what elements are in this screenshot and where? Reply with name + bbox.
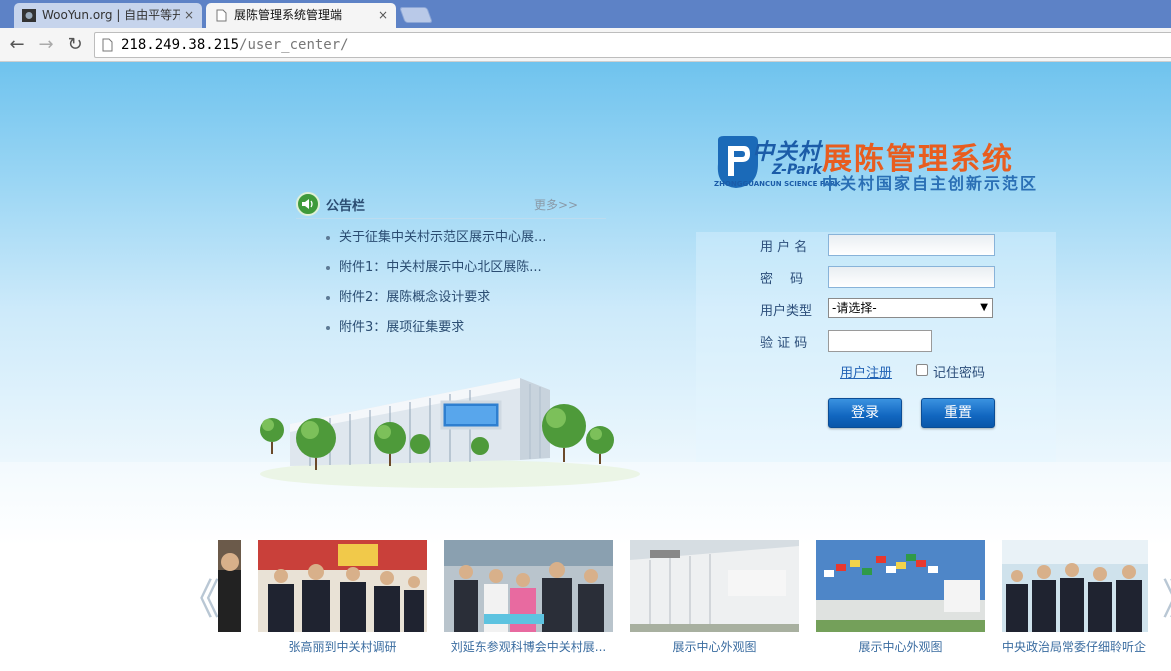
new-tab-button[interactable] <box>399 7 433 23</box>
bullet-icon <box>326 235 330 240</box>
bullet-icon <box>326 265 330 270</box>
url-host: 218.249.38.215 <box>121 37 240 53</box>
notice-item-text[interactable]: 附件3：展项征集要求 <box>339 320 464 335</box>
page-icon <box>102 38 113 52</box>
bullet-icon <box>326 325 330 330</box>
notice-title: 公告栏 <box>326 199 366 214</box>
gallery-photo[interactable] <box>258 540 427 632</box>
usertype-selected: -请选择- <box>832 301 877 315</box>
forward-button[interactable]: → <box>35 34 57 56</box>
tab-wooyun[interactable]: WooYun.org | 自由平等开 × <box>14 3 202 29</box>
gallery-photo[interactable] <box>444 540 613 632</box>
password-label: 密 码 <box>760 272 804 287</box>
remember-checkbox[interactable] <box>916 364 928 376</box>
gallery-photo[interactable] <box>1002 540 1148 632</box>
login-button[interactable]: 登录 <box>828 398 902 428</box>
username-input[interactable] <box>828 234 995 256</box>
captcha-input[interactable] <box>828 330 932 352</box>
usertype-label: 用户类型 <box>760 304 813 319</box>
notice-divider <box>296 218 606 219</box>
tab-exhibition-admin[interactable]: 展陈管理系统管理端 × <box>206 3 396 29</box>
system-subtitle: 中关村国家自主创新示范区 <box>822 174 1039 193</box>
page-content: 中关村 Z-Park ZHONGGUANCUN SCIENCE PARK 展陈管… <box>0 62 1171 671</box>
photo-gallery: 《 张高丽到中关村调研 刘延东参观科博会中关村展... 展示中心外观图 展示中心… <box>0 532 1171 671</box>
password-input[interactable] <box>828 266 995 288</box>
gallery-prev-icon[interactable]: 《 <box>178 566 220 627</box>
gallery-caption[interactable]: 展示中心外观图 <box>630 638 799 655</box>
page-favicon-icon <box>216 9 227 22</box>
tab-title: WooYun.org | 自由平等开 <box>42 8 180 22</box>
usertype-select[interactable]: -请选择- ▼ <box>828 298 993 318</box>
tab-title: 展陈管理系统管理端 <box>234 8 343 22</box>
gallery-photo-partial[interactable] <box>218 540 241 632</box>
gallery-caption[interactable]: 展示中心外观图 <box>816 638 985 655</box>
remember-label: 记住密码 <box>933 366 986 381</box>
reset-button[interactable]: 重置 <box>921 398 995 428</box>
gallery-photo[interactable] <box>816 540 985 632</box>
notice-list: 关于征集中关村示范区展示中心展... 附件1：中关村展示中心北区展陈... 附件… <box>326 228 546 348</box>
url-text[interactable]: 218.249.38.215/user_center/ <box>121 37 349 53</box>
notice-item-text[interactable]: 附件2：展陈概念设计要求 <box>339 290 490 305</box>
gallery-caption[interactable]: 刘延东参观科博会中关村展... <box>444 638 613 655</box>
register-link[interactable]: 用户注册 <box>840 362 892 381</box>
notice-item[interactable]: 附件1：中关村展示中心北区展陈... <box>326 258 546 288</box>
captcha-label: 验 证 码 <box>760 336 808 351</box>
login-panel: 用 户 名 密 码 用户类型 -请选择- ▼ 验 证 码 用户注册 记住密码 登… <box>696 232 1056 462</box>
notice-item[interactable]: 附件2：展陈概念设计要求 <box>326 288 546 318</box>
tab-close-icon[interactable]: × <box>378 3 388 27</box>
dropdown-arrow-icon: ▼ <box>980 302 988 313</box>
back-button[interactable]: ← <box>6 34 28 56</box>
tab-close-icon[interactable]: × <box>184 3 194 27</box>
browser-toolbar: ← → ↻ 218.249.38.215/user_center/ <box>0 28 1171 62</box>
browser-tab-strip: WooYun.org | 自由平等开 × 展陈管理系统管理端 × <box>0 0 1171 29</box>
username-label: 用 户 名 <box>760 240 808 255</box>
gallery-next-icon[interactable]: 》 <box>1162 566 1171 627</box>
notice-item-text[interactable]: 附件1：中关村展示中心北区展陈... <box>339 260 542 275</box>
notice-item[interactable]: 附件3：展项征集要求 <box>326 318 546 348</box>
wooyun-favicon-icon <box>22 9 36 22</box>
notice-more-link[interactable]: 更多>> <box>534 196 578 213</box>
notice-item-text[interactable]: 关于征集中关村示范区展示中心展... <box>339 230 546 245</box>
brand-en: Z-Park <box>772 162 822 178</box>
address-bar[interactable]: 218.249.38.215/user_center/ <box>94 32 1171 58</box>
url-path: /user_center/ <box>239 37 349 53</box>
gallery-photo[interactable] <box>630 540 799 632</box>
gallery-caption[interactable]: 张高丽到中关村调研 <box>258 638 427 655</box>
notice-item[interactable]: 关于征集中关村示范区展示中心展... <box>326 228 546 258</box>
speaker-icon <box>296 192 320 216</box>
bullet-icon <box>326 295 330 300</box>
gallery-caption[interactable]: 中央政治局常委仔细聆听企 <box>1002 638 1148 655</box>
reload-button[interactable]: ↻ <box>64 34 86 56</box>
exhibition-building-illustration <box>260 378 640 488</box>
